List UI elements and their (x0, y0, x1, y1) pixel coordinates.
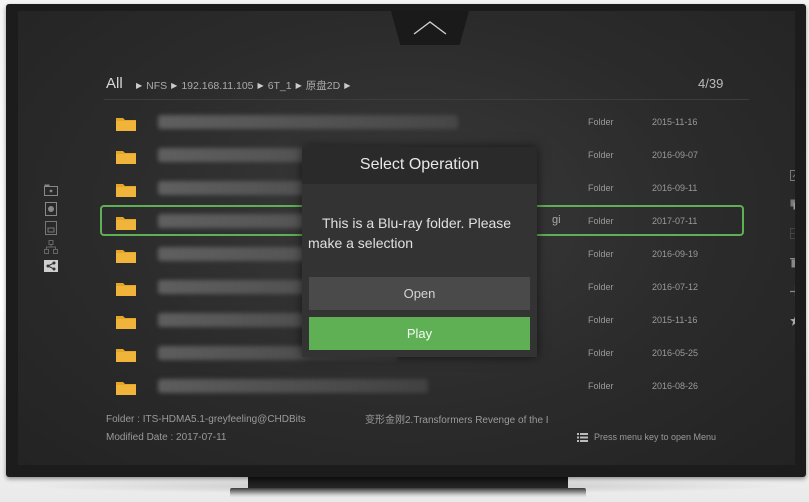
folder-icon (116, 316, 136, 329)
modified-label: Modified Date (106, 432, 168, 443)
device-icon[interactable] (44, 221, 58, 235)
move-icon[interactable] (789, 285, 795, 297)
folder-icon (116, 283, 136, 296)
folder-icon (116, 118, 136, 131)
file-type: Folder (588, 348, 614, 358)
table-row[interactable]: Folder 2016-08-26 (104, 371, 744, 404)
file-date: 2016-09-07 (652, 150, 699, 160)
dialog-message: This is a Blu-ray folder. Please make a … (308, 215, 512, 251)
file-date: 2016-05-25 (652, 348, 699, 358)
chevron-up-icon (413, 21, 447, 35)
folder-icon (116, 217, 136, 230)
grid-icon[interactable] (789, 227, 795, 239)
file-type: Folder (588, 183, 614, 193)
modified-value: 2017-07-11 (176, 432, 227, 443)
file-date: 2016-09-11 (652, 183, 698, 193)
breadcrumb-arrow-icon: ▶ (171, 81, 178, 90)
file-type: Folder (588, 150, 614, 160)
file-date: 2016-07-12 (652, 282, 699, 292)
breadcrumb: All ▶ NFS ▶ 192.168.11.105 ▶ 6T_1 ▶ 原盘2D… (18, 74, 795, 98)
file-date: 2016-08-26 (652, 381, 699, 391)
file-date: 2016-09-19 (652, 249, 699, 259)
folder-icon[interactable] (44, 183, 58, 197)
globe-icon[interactable] (44, 202, 58, 216)
menu-hint-text: Press menu key to open Menu (594, 432, 717, 442)
breadcrumb-item[interactable]: 6T_1 (268, 80, 292, 92)
left-nav (44, 183, 62, 278)
edit-icon[interactable] (789, 169, 795, 181)
page-count: 4/39 (698, 76, 724, 91)
file-type: Folder (588, 117, 614, 127)
folder-label: Folder (106, 414, 135, 425)
share-icon[interactable] (44, 259, 58, 273)
file-date: 2015-11-16 (652, 117, 698, 127)
breadcrumb-arrow-icon: ▶ (257, 81, 264, 90)
folder-name-value: 变形金刚2.Transformers Revenge of the I (365, 415, 549, 426)
file-date: 2015-11-16 (652, 315, 698, 325)
file-name (158, 379, 428, 393)
open-button[interactable]: Open (309, 277, 530, 310)
menu-hint: Press menu key to open Menu (577, 432, 716, 442)
folder-icon (116, 151, 136, 164)
star-icon[interactable] (789, 314, 795, 326)
tv-frame: All ▶ NFS ▶ 192.168.11.105 ▶ 6T_1 ▶ 原盘2D… (6, 4, 806, 477)
menu-icon (577, 432, 588, 442)
breadcrumb-root[interactable]: All (106, 75, 123, 92)
file-name-fragment: gi (552, 214, 561, 226)
play-button[interactable]: Play (309, 317, 530, 350)
table-row[interactable]: Folder 2015-11-16 (104, 107, 744, 140)
breadcrumb-arrow-icon: ▶ (295, 81, 302, 90)
file-type: Folder (588, 315, 614, 325)
file-type: Folder (588, 282, 614, 292)
folder-value: ITS-HDMA5.1-greyfeeling@CHDBits (142, 414, 306, 425)
dialog-title: Select Operation (359, 156, 480, 173)
breadcrumb-arrow-icon: ▶ (344, 81, 351, 90)
folder-icon (116, 184, 136, 197)
file-type: Folder (588, 249, 614, 259)
delete-icon[interactable] (789, 256, 795, 268)
breadcrumb-item[interactable]: 192.168.11.105 (181, 80, 253, 92)
breadcrumb-item[interactable]: NFS (146, 80, 167, 92)
file-info: Folder : ITS-HDMA5.1-greyfeeling@CHDBits… (106, 414, 306, 443)
right-toolbar (789, 169, 795, 343)
folder-icon (116, 250, 136, 263)
file-type: Folder (588, 216, 614, 226)
breadcrumb-item[interactable]: 原盘2D (306, 78, 340, 93)
file-name (158, 115, 458, 129)
file-browser-screen: All ▶ NFS ▶ 192.168.11.105 ▶ 6T_1 ▶ 原盘2D… (18, 11, 795, 465)
divider (104, 99, 749, 100)
select-operation-dialog: Select Operation This is a Blu-ray folde… (302, 147, 537, 357)
network-icon[interactable] (44, 240, 58, 254)
file-type: Folder (588, 381, 614, 391)
breadcrumb-arrow-icon: ▶ (136, 81, 143, 90)
top-tab[interactable] (391, 11, 469, 45)
file-date: 2017-07-11 (652, 216, 698, 226)
tv-stand-base (230, 488, 586, 498)
folder-icon (116, 382, 136, 395)
folder-icon (116, 349, 136, 362)
copy-icon[interactable] (789, 198, 795, 210)
